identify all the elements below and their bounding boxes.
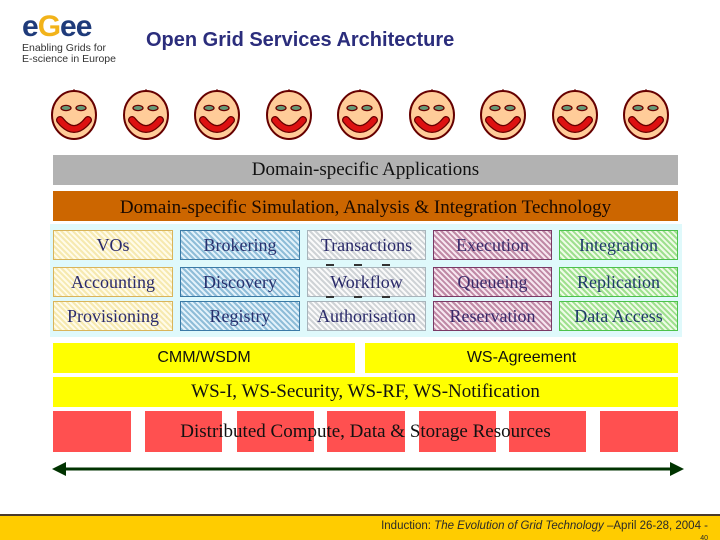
logo-wordmark: eGee	[22, 10, 92, 43]
smiley-face-icon	[265, 88, 313, 140]
users-row	[50, 88, 670, 148]
service-data-access: Data Access	[559, 301, 678, 331]
service-integration: Integration	[559, 230, 678, 260]
service-queueing: Queueing	[433, 267, 552, 297]
ws-standards-layer: WS-I, WS-Security, WS-RF, WS-Notificatio…	[53, 377, 678, 407]
smiley-face-icon	[622, 88, 670, 140]
footer-text: Induction: The Evolution of Grid Technol…	[381, 520, 708, 532]
smiley-face-icon	[479, 88, 527, 140]
page-number: 40	[700, 535, 708, 540]
service-vos: VOs	[53, 230, 173, 260]
double-arrow-icon	[52, 462, 684, 476]
cmm-wsdm-layer: CMM/WSDM	[53, 343, 355, 373]
service-registry: Registry	[180, 301, 300, 331]
simulation-layer: Domain-specific Simulation, Analysis & I…	[53, 191, 678, 221]
egee-logo: eGee Enabling Grids for E-science in Eur…	[22, 12, 122, 66]
smiley-face-icon	[408, 88, 456, 140]
ws-agreement-layer: WS-Agreement	[365, 343, 678, 373]
service-brokering: Brokering	[180, 230, 300, 260]
smiley-face-icon	[50, 88, 98, 140]
workflow-marks	[320, 264, 400, 304]
service-reservation: Reservation	[433, 301, 552, 331]
service-authorisation: Authorisation	[307, 301, 426, 331]
service-accounting: Accounting	[53, 267, 173, 297]
service-execution: Execution	[433, 230, 552, 260]
resources-layer: Distributed Compute, Data & Storage Reso…	[180, 420, 551, 442]
logo-tagline: Enabling Grids for E-science in Europe	[22, 42, 116, 65]
smiley-face-icon	[193, 88, 241, 140]
slide-title: Open Grid Services Architecture	[146, 29, 455, 51]
smiley-face-icon	[122, 88, 170, 140]
applications-layer: Domain-specific Applications	[53, 155, 678, 185]
service-discovery: Discovery	[180, 267, 300, 297]
service-replication: Replication	[559, 267, 678, 297]
service-transactions: Transactions	[307, 230, 426, 260]
smiley-face-icon	[336, 88, 384, 140]
service-provisioning: Provisioning	[53, 301, 173, 331]
smiley-face-icon	[551, 88, 599, 140]
footer-bar: Induction: The Evolution of Grid Technol…	[0, 514, 720, 540]
